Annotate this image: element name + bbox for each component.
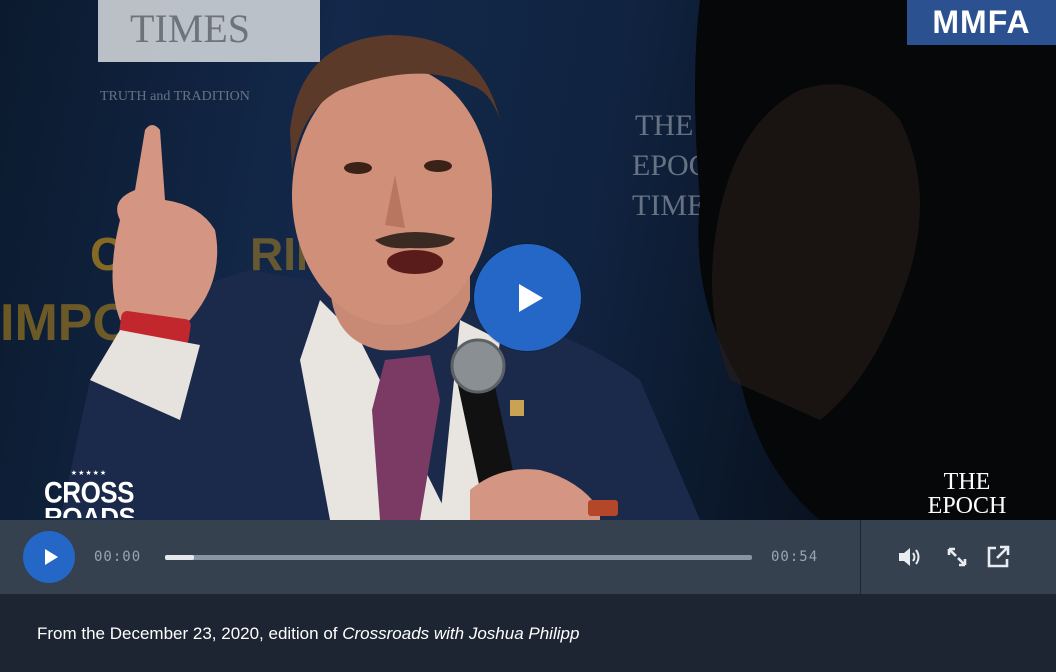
volume-icon[interactable] — [896, 543, 924, 571]
big-play-button[interactable] — [474, 244, 581, 351]
logo-line2: EPOCH — [927, 494, 1007, 519]
play-icon — [44, 549, 58, 565]
play-button[interactable] — [23, 531, 75, 583]
logo-line1: CROSS — [44, 474, 134, 510]
external-link-icon[interactable] — [984, 543, 1012, 571]
mmfa-badge: MMFA — [907, 0, 1056, 45]
progress-bar[interactable] — [165, 555, 752, 560]
current-time: 00:00 — [94, 549, 142, 565]
show-title: Crossroads with Joshua Philipp — [342, 624, 580, 643]
crossroads-logo: ★★★★★ CROSS ROADS — [44, 470, 134, 518]
video-caption: From the December 23, 2020, edition of C… — [0, 594, 1056, 672]
logo-line1: THE — [943, 469, 991, 495]
svg-text:THE: THE — [635, 109, 693, 142]
total-time: 00:54 — [771, 549, 819, 565]
video-frame[interactable]: TIMES TRUTH and TRADITION C IMPO RING TH… — [0, 0, 1056, 520]
fullscreen-icon[interactable] — [943, 543, 971, 571]
divider — [860, 520, 861, 594]
caption-text: From the December 23, 2020, edition of C… — [37, 624, 579, 644]
epoch-times-logo: THE EPOCH — [912, 470, 1022, 520]
play-icon — [518, 283, 543, 312]
svg-text:TRUTH and TRADITION: TRUTH and TRADITION — [100, 89, 250, 104]
caption-prefix: From the December 23, 2020, edition of — [37, 624, 343, 643]
player-controls: 00:00 00:54 — [0, 520, 1056, 594]
svg-text:TIMES: TIMES — [130, 6, 250, 51]
progress-fill — [165, 555, 195, 560]
